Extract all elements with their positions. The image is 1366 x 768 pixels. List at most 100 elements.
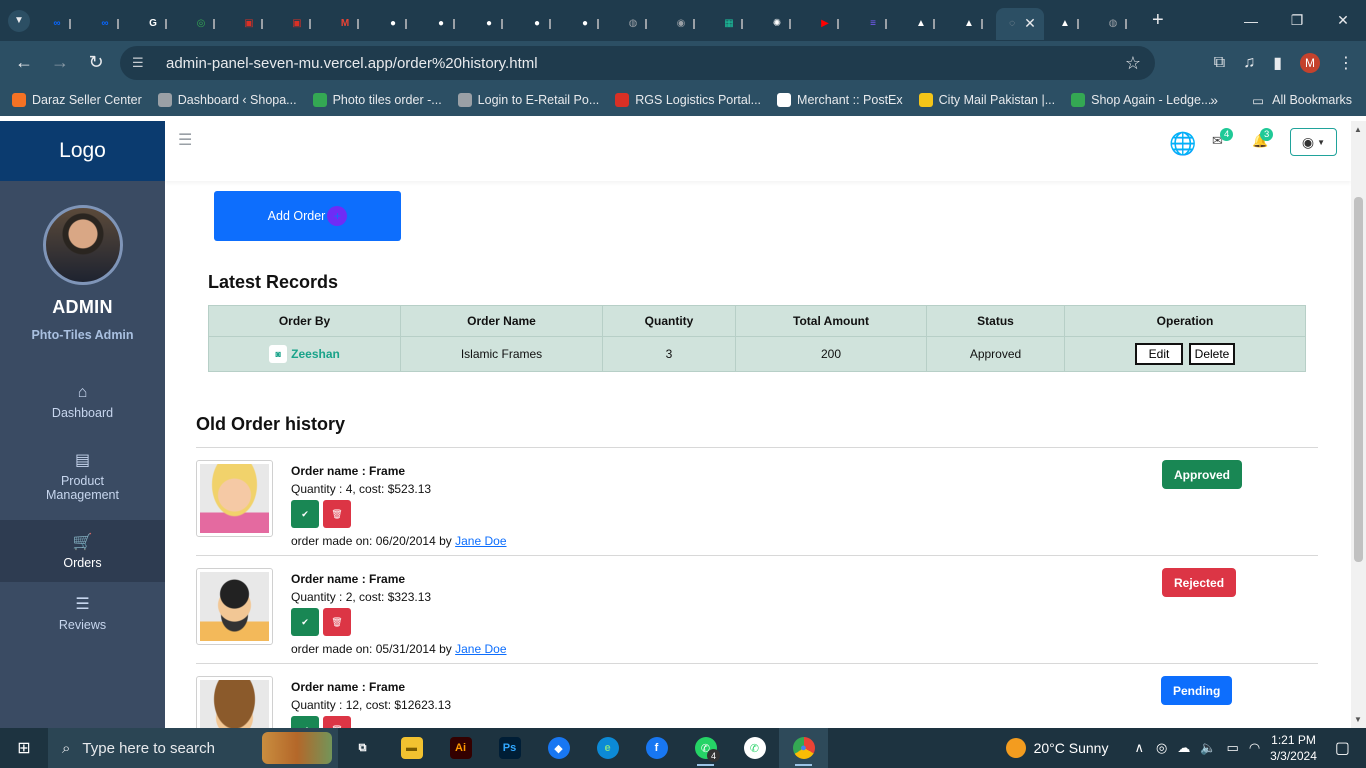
browser-tab[interactable]: ▲	[948, 8, 996, 40]
bookmark-item[interactable]: Dashboard ‹ Shopa...	[157, 93, 297, 107]
sidebar-item-dashboard[interactable]: ⌂ Dashboard	[0, 372, 165, 432]
browser-tab[interactable]: ●	[468, 8, 516, 40]
bookmark-item[interactable]: Daraz Seller Center	[12, 93, 142, 107]
restore-icon[interactable]: ❐	[1274, 0, 1320, 41]
delete-trash-button[interactable]: 🗑	[323, 716, 351, 728]
approve-check-button[interactable]: ✔	[291, 608, 319, 636]
file-explorer-icon[interactable]: ▬	[387, 728, 436, 768]
approve-check-button[interactable]: ✔	[291, 500, 319, 528]
media-icon[interactable]: ♫	[1243, 54, 1255, 72]
browser-tab[interactable]: ●	[564, 8, 612, 40]
sidebar-item-reviews[interactable]: ☰ Reviews	[0, 582, 165, 644]
order-author-link[interactable]: Jane Doe	[455, 534, 506, 548]
bookmark-item[interactable]: Shop Again - Ledge...	[1071, 93, 1211, 107]
globe-icon[interactable]: 🌐	[1169, 131, 1196, 157]
browser-tab[interactable]: ∞	[36, 8, 84, 40]
bookmark-item[interactable]: RGS Logistics Portal...	[615, 93, 761, 107]
delete-trash-button[interactable]: 🗑	[323, 608, 351, 636]
status-badge[interactable]: Pending	[1161, 676, 1233, 705]
browser-tab[interactable]: ✺	[756, 8, 804, 40]
close-window-icon[interactable]: ✕	[1320, 0, 1366, 41]
browser-tab[interactable]: G	[132, 8, 180, 40]
back-arrow-icon[interactable]: ←	[6, 52, 42, 73]
chrome-taskbar-icon[interactable]: ●	[779, 728, 828, 768]
profile-avatar[interactable]: M	[1300, 52, 1320, 73]
browser-tab[interactable]: ▣	[228, 8, 276, 40]
mail-icon[interactable]: ✉ 4	[1212, 128, 1234, 149]
bookmark-item[interactable]: Login to E-Retail Po...	[457, 93, 599, 107]
status-badge[interactable]: Approved	[1162, 460, 1243, 489]
illustrator-icon[interactable]: Ai	[436, 728, 485, 768]
browser-tab[interactable]: ●	[420, 8, 468, 40]
bookmark-item[interactable]: Merchant :: PostEx	[777, 93, 903, 107]
battery-icon[interactable]: ▭	[1227, 740, 1239, 756]
browser-tab[interactable]: ∞	[84, 8, 132, 40]
logo[interactable]: Logo	[0, 121, 165, 181]
browser-tab[interactable]: ◍	[612, 8, 660, 40]
browser-tab[interactable]: ◎	[180, 8, 228, 40]
volume-icon[interactable]: 🔈	[1200, 740, 1216, 756]
address-bar[interactable]: ☰ admin-panel-seven-mu.vercel.app/order%…	[120, 46, 1155, 80]
browser-tab[interactable]: ▣	[276, 8, 324, 40]
windows-start-icon[interactable]: ⊞	[0, 738, 48, 758]
photoshop-icon[interactable]: Ps	[485, 728, 534, 768]
taskbar-clock[interactable]: 1:21 PM 3/3/2024	[1270, 732, 1317, 764]
browser-tab[interactable]: ≡	[852, 8, 900, 40]
page-scrollbar[interactable]: ▲ ▼	[1351, 121, 1366, 728]
sidebar-item-product-management[interactable]: ▤ Product Management	[0, 432, 165, 520]
browser-tab[interactable]: ▶	[804, 8, 852, 40]
browser-tab[interactable]: ▲	[1044, 8, 1092, 40]
delete-trash-button[interactable]: 🗑	[323, 500, 351, 528]
browser-tab[interactable]: ●	[516, 8, 564, 40]
whatsapp-web-icon[interactable]: ✆	[730, 728, 779, 768]
bookmark-item[interactable]: Photo tiles order -...	[312, 93, 442, 107]
order-author-link[interactable]: Jane Doe	[455, 642, 506, 656]
browser-tab[interactable]: ◍	[1092, 8, 1140, 40]
edge-icon[interactable]: e	[583, 728, 632, 768]
user-menu-button[interactable]: ◉ ▼	[1290, 128, 1337, 156]
notification-center-icon[interactable]: ▢	[1335, 738, 1350, 758]
browser-tab[interactable]: M	[324, 8, 372, 40]
browser-tab[interactable]: ●	[372, 8, 420, 40]
chevron-up-icon[interactable]: ∧	[1134, 740, 1144, 756]
whatsapp-icon[interactable]: ✆ 4	[681, 728, 730, 768]
bell-icon[interactable]: 🔔 3	[1252, 128, 1274, 149]
close-tab-icon[interactable]: ✕	[1024, 15, 1036, 32]
scroll-up-icon[interactable]: ▲	[1354, 125, 1362, 134]
edit-button[interactable]: Edit	[1134, 343, 1184, 365]
hamburger-menu-icon[interactable]: ☰	[178, 130, 192, 150]
scroll-down-icon[interactable]: ▼	[1354, 715, 1362, 724]
browser-tab[interactable]: ◌ ✕	[996, 7, 1044, 40]
tab-search-button[interactable]: ▼	[8, 9, 30, 32]
meet-icon[interactable]: ◎	[1156, 740, 1167, 756]
browser-tab[interactable]: ▦	[708, 8, 756, 40]
menu-dots-icon[interactable]: ⋮	[1338, 53, 1354, 73]
weather-widget[interactable]: 20°C Sunny	[1005, 738, 1108, 758]
scrollbar-thumb[interactable]	[1354, 197, 1363, 562]
forward-arrow-icon[interactable]: →	[42, 52, 78, 73]
minimize-icon[interactable]: —	[1228, 0, 1274, 41]
wifi-icon[interactable]: ◠	[1249, 740, 1260, 756]
task-view-icon[interactable]: ⧉	[338, 728, 387, 768]
browser-tab[interactable]: ▲	[900, 8, 948, 40]
extensions-icon[interactable]: ⧉	[1214, 54, 1225, 72]
add-order-button[interactable]: Add Order +	[214, 191, 401, 241]
sidebar-item-orders[interactable]: 🛒 Orders	[0, 520, 165, 582]
more-bookmarks-icon[interactable]: »	[1210, 92, 1218, 108]
reload-icon[interactable]: ↻	[78, 52, 114, 73]
delete-button[interactable]: Delete	[1188, 343, 1236, 365]
bookmark-item[interactable]: City Mail Pakistan |...	[918, 93, 1055, 107]
cloud-icon[interactable]: ☁	[1177, 740, 1190, 756]
bookmark-star-icon[interactable]: ☆	[1125, 53, 1141, 74]
status-badge[interactable]: Rejected	[1162, 568, 1237, 597]
order-by-user[interactable]: ◙ Zeeshan	[269, 345, 340, 363]
facebook-icon[interactable]: f	[632, 728, 681, 768]
new-tab-button[interactable]: +	[1152, 9, 1164, 32]
site-settings-icon[interactable]: ☰	[132, 55, 152, 71]
browser-tab[interactable]: ◉	[660, 8, 708, 40]
sidepanel-icon[interactable]: ▮	[1273, 53, 1282, 73]
all-bookmarks-button[interactable]: ▭ All Bookmarks	[1252, 84, 1352, 116]
messenger-icon[interactable]: ◆	[534, 728, 583, 768]
taskbar-search[interactable]: ⌕ Type here to search	[48, 728, 338, 768]
approve-check-button[interactable]: ✔	[291, 716, 319, 728]
